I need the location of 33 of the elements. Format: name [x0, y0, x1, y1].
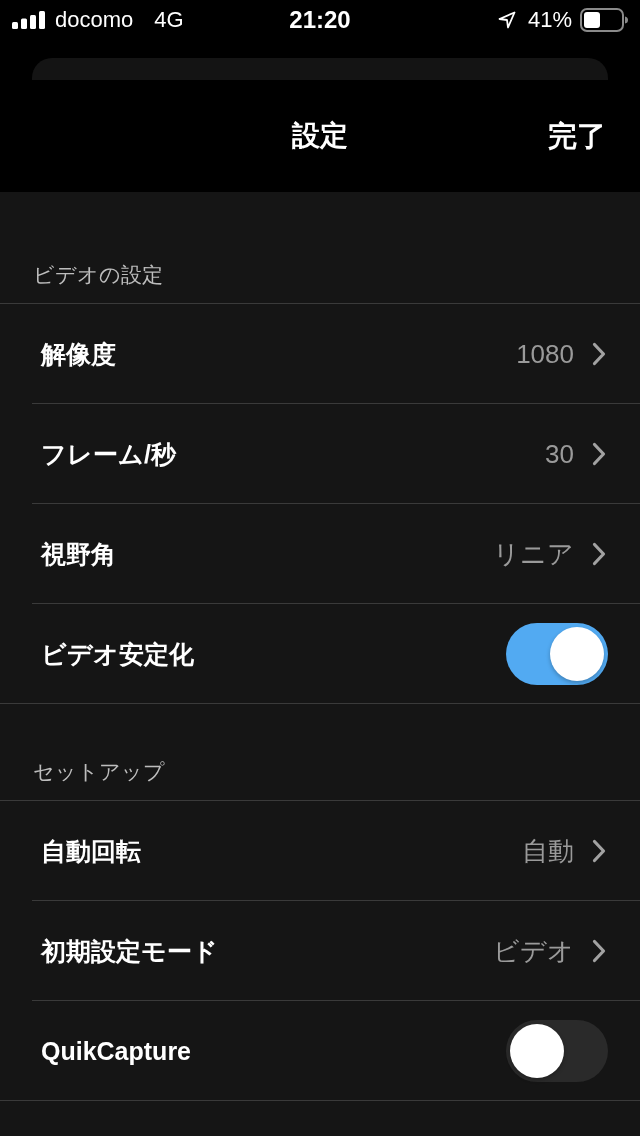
setting-label: 初期設定モード: [41, 935, 219, 967]
section-header: ビデオの設定: [33, 262, 163, 288]
setting-value: リニア: [493, 537, 574, 570]
section-header: セットアップ: [33, 759, 165, 785]
status-time: 21:20: [289, 6, 351, 34]
setting-label: 視野角: [41, 538, 117, 570]
screen-title: 設定: [292, 119, 348, 153]
settings-row[interactable]: 初期設定モード ビデオ: [32, 901, 640, 1001]
settings-row[interactable]: 自動回転 自動: [32, 801, 640, 901]
carrier-name: docomo: [55, 7, 134, 33]
setting-value: 30: [545, 437, 574, 470]
battery-percent: 41%: [527, 7, 572, 33]
settings-row[interactable]: フレーム/秒 30: [32, 404, 640, 504]
location-arrow-icon: [497, 11, 516, 29]
setting-label: QuikCapture: [41, 1035, 193, 1067]
setting-label: フレーム/秒: [41, 438, 178, 470]
settings-row[interactable]: 解像度 1080: [32, 304, 640, 404]
chevron-icon: [592, 838, 606, 863]
chevron-icon: [592, 541, 606, 566]
chevron-icon: [592, 341, 606, 366]
settings-row[interactable]: 視野角 リニア: [32, 504, 640, 604]
signal-icon: [12, 11, 46, 29]
setting-label: ビデオ安定化: [41, 638, 195, 670]
network-type: 4G: [154, 7, 184, 33]
chevron-icon: [592, 441, 606, 466]
setting-value: ビデオ: [493, 934, 574, 967]
setting-label: 自動回転: [41, 835, 142, 867]
battery-icon: [580, 8, 628, 32]
setting-value: 自動: [522, 834, 574, 867]
setting-value: 1080: [516, 337, 574, 370]
setting-label: 解像度: [41, 338, 117, 370]
chevron-icon: [592, 938, 606, 963]
done-button[interactable]: 完了: [546, 116, 608, 156]
